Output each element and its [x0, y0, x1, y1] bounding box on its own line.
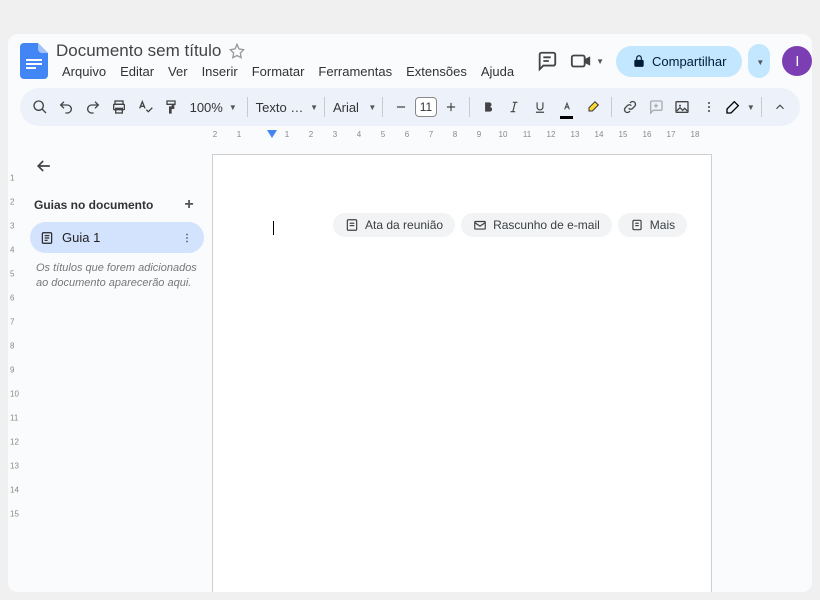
- highlight-icon[interactable]: [581, 93, 605, 121]
- docs-logo-icon[interactable]: [20, 40, 48, 82]
- share-label: Compartilhar: [652, 54, 726, 69]
- paragraph-style-select[interactable]: Texto nor...: [254, 100, 307, 115]
- chip-more[interactable]: Mais: [618, 213, 687, 237]
- meet-icon[interactable]: [570, 50, 592, 72]
- share-button[interactable]: Compartilhar: [616, 46, 742, 77]
- toolbar: 100%▼ Texto nor...▼ Arial▼ 11 ▼: [20, 88, 800, 126]
- outline-hint: Os títulos que forem adicionados ao docu…: [30, 253, 204, 300]
- chip-email-draft[interactable]: Rascunho de e-mail: [461, 213, 612, 237]
- header: Documento sem título Arquivo Editar Ver …: [8, 34, 812, 88]
- font-decrease-icon[interactable]: [389, 93, 413, 121]
- meet-caret-icon[interactable]: ▼: [596, 57, 604, 66]
- menu-editar[interactable]: Editar: [114, 62, 160, 81]
- print-icon[interactable]: [107, 93, 131, 121]
- editing-mode[interactable]: ▼: [725, 99, 755, 115]
- share-caret[interactable]: ▼: [748, 44, 770, 78]
- spellcheck-icon[interactable]: [133, 93, 157, 121]
- text-cursor: [273, 221, 274, 235]
- text-color-icon[interactable]: [554, 93, 578, 121]
- font-increase-icon[interactable]: [439, 93, 463, 121]
- back-arrow-icon[interactable]: [30, 152, 58, 180]
- menu-ajuda[interactable]: Ajuda: [475, 62, 520, 81]
- font-size-input[interactable]: 11: [415, 97, 436, 117]
- template-chips: Ata da reunião Rascunho de e-mail Mais: [333, 213, 687, 237]
- more-tools-icon[interactable]: [697, 93, 721, 121]
- avatar[interactable]: I: [782, 46, 812, 76]
- outline-heading: Guias no documento: [34, 198, 153, 212]
- underline-icon[interactable]: [528, 93, 552, 121]
- menu-bar: Arquivo Editar Ver Inserir Formatar Ferr…: [56, 62, 520, 81]
- star-icon[interactable]: [229, 43, 245, 59]
- tab-item-label: Guia 1: [62, 230, 100, 245]
- menu-extensoes[interactable]: Extensões: [400, 62, 473, 81]
- document-title[interactable]: Documento sem título: [56, 41, 221, 61]
- bold-icon[interactable]: [476, 93, 500, 121]
- menu-ferramentas[interactable]: Ferramentas: [312, 62, 398, 81]
- vertical-ruler: 123456789101112131415: [8, 144, 22, 592]
- comments-icon[interactable]: [536, 50, 558, 72]
- horizontal-ruler: 21123456789101112131415161718: [20, 130, 800, 144]
- menu-arquivo[interactable]: Arquivo: [56, 62, 112, 81]
- insert-image-icon[interactable]: [670, 93, 694, 121]
- chip-meeting-notes[interactable]: Ata da reunião: [333, 213, 455, 237]
- tab-item[interactable]: Guia 1: [30, 222, 204, 253]
- italic-icon[interactable]: [502, 93, 526, 121]
- add-comment-icon[interactable]: [644, 93, 668, 121]
- paint-format-icon[interactable]: [159, 93, 183, 121]
- menu-formatar[interactable]: Formatar: [246, 62, 311, 81]
- tab-more-icon[interactable]: [180, 231, 194, 245]
- document-page[interactable]: Ata da reunião Rascunho de e-mail Mais: [212, 154, 712, 592]
- undo-icon[interactable]: [54, 93, 78, 121]
- zoom-select[interactable]: 100%▼: [186, 100, 241, 115]
- menu-inserir[interactable]: Inserir: [196, 62, 244, 81]
- redo-icon[interactable]: [81, 93, 105, 121]
- outline-sidebar: Guias no documento + Guia 1 Os títulos q…: [22, 144, 212, 592]
- collapse-toolbar-icon[interactable]: [768, 93, 792, 121]
- search-icon[interactable]: [28, 93, 52, 121]
- link-icon[interactable]: [618, 93, 642, 121]
- font-select[interactable]: Arial: [331, 100, 364, 115]
- add-tab-icon[interactable]: +: [178, 194, 200, 216]
- menu-ver[interactable]: Ver: [162, 62, 194, 81]
